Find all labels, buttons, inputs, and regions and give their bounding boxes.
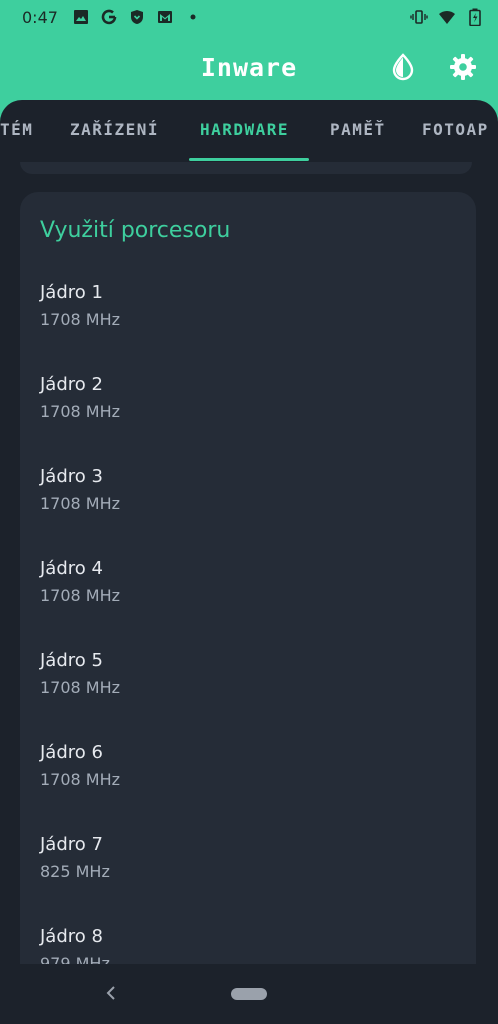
main-sheet: TÉM ZAŘÍZENÍ HARDWARE PAMĚŤ FOTOAP Využi…: [0, 100, 498, 1024]
core-item: Jádro 1 1708 MHz: [40, 282, 120, 329]
core-item: Jádro 6 1708 MHz: [40, 742, 120, 789]
tab-bar: TÉM ZAŘÍZENÍ HARDWARE PAMĚŤ FOTOAP: [0, 100, 498, 162]
card-title: Využití porcesoru: [40, 218, 231, 243]
core-frequency: 1708 MHz: [40, 678, 121, 697]
settings-gear-icon: [450, 54, 476, 80]
core-item: Jádro 7 825 MHz: [40, 834, 110, 881]
vibrate-icon: [410, 8, 428, 26]
theme-toggle-button[interactable]: [384, 48, 422, 86]
core-name: Jádro 5: [40, 650, 103, 671]
wifi-icon: [438, 8, 456, 26]
tab-camera[interactable]: FOTOAP: [422, 120, 489, 139]
app-actions: [384, 48, 482, 86]
status-time: 0:47: [22, 7, 58, 27]
core-name: Jádro 1: [40, 282, 103, 303]
back-icon: [106, 986, 115, 1000]
core-name: Jádro 6: [40, 742, 103, 763]
core-name: Jádro 7: [40, 834, 103, 855]
app-bar: Inware: [0, 34, 498, 100]
dot-icon: [184, 8, 202, 26]
core-frequency: 825 MHz: [40, 862, 110, 881]
previous-card-edge: [20, 162, 472, 174]
battery-icon: [466, 8, 484, 26]
system-nav-bar: [0, 964, 498, 1024]
gmail-icon: [156, 8, 174, 26]
core-frequency: 1708 MHz: [40, 586, 121, 605]
core-frequency: 1708 MHz: [40, 770, 121, 789]
nav-back-button[interactable]: [100, 982, 122, 1004]
status-left-icons: [72, 8, 202, 26]
app-title: Inware: [200, 52, 298, 82]
home-pill-icon[interactable]: [231, 988, 267, 1000]
core-item: Jádro 5 1708 MHz: [40, 650, 120, 697]
core-name: Jádro 2: [40, 374, 103, 395]
photo-icon: [72, 8, 90, 26]
tab-devices[interactable]: ZAŘÍZENÍ: [70, 120, 159, 139]
tab-hardware[interactable]: HARDWARE: [200, 120, 289, 139]
active-tab-indicator: [189, 158, 309, 161]
core-item: Jádro 2 1708 MHz: [40, 374, 120, 421]
theme-toggle-icon: [392, 53, 414, 81]
core-frequency: 1708 MHz: [40, 310, 121, 329]
core-name: Jádro 8: [40, 926, 103, 947]
tab-system[interactable]: TÉM: [0, 120, 33, 139]
status-right-icons: [410, 8, 484, 26]
google-icon: [100, 8, 118, 26]
cpu-usage-card: Využití porcesoru Jádro 1 1708 MHz Jádro…: [20, 192, 476, 1012]
tab-memory[interactable]: PAMĚŤ: [330, 120, 386, 139]
core-name: Jádro 4: [40, 558, 103, 579]
core-frequency: 1708 MHz: [40, 402, 121, 421]
core-item: Jádro 3 1708 MHz: [40, 466, 120, 513]
core-item: Jádro 4 1708 MHz: [40, 558, 120, 605]
core-name: Jádro 3: [40, 466, 103, 487]
core-frequency: 1708 MHz: [40, 494, 121, 513]
settings-button[interactable]: [444, 48, 482, 86]
shield-icon: [128, 8, 146, 26]
status-bar: 0:47: [0, 0, 498, 34]
